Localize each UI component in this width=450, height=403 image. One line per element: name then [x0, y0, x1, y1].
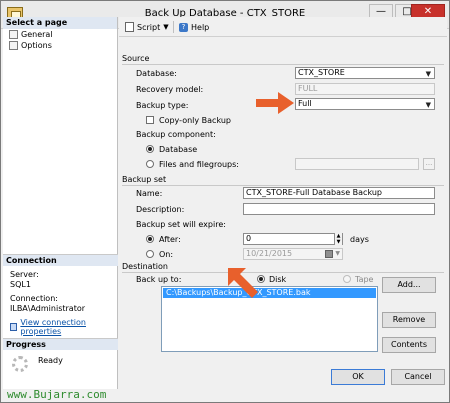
- description-label: Description:: [136, 205, 185, 214]
- page-icon: [9, 30, 18, 39]
- backup-database-window: Back Up Database - CTX_STORE — □ ✕ Selec…: [0, 0, 450, 403]
- expire-on-radio[interactable]: [146, 250, 154, 258]
- connection-section: Connection Server: SQL1 Connection: ILBA…: [3, 254, 118, 336]
- on-label: On:: [159, 250, 174, 259]
- copy-only-label: Copy-only Backup: [159, 116, 231, 125]
- annotation-arrow-backup-type-icon: [256, 92, 294, 114]
- backup-name-input[interactable]: CTX_STORE-Full Database Backup: [243, 187, 435, 199]
- left-pane: Select a page General Options Connection…: [3, 17, 118, 389]
- progress-spinner-icon: [12, 356, 28, 372]
- right-pane: Script ▼ ? Help Source Database: CTX_STO…: [119, 17, 447, 389]
- page-item-options[interactable]: Options: [3, 40, 117, 51]
- browse-filegroups-button[interactable]: ...: [423, 158, 435, 170]
- database-select[interactable]: CTX_STORE ▼: [295, 67, 435, 79]
- chevron-down-icon: ▼: [425, 101, 431, 109]
- backup-component-label: Backup component:: [136, 130, 216, 139]
- chevron-down-icon: ▼: [335, 250, 340, 257]
- copy-only-checkbox[interactable]: [146, 116, 154, 124]
- ok-button[interactable]: OK: [331, 369, 385, 385]
- database-label: Database:: [136, 69, 177, 78]
- backup-type-label: Backup type:: [136, 101, 189, 110]
- contents-button[interactable]: Contents: [382, 337, 436, 353]
- destination-list[interactable]: C:\Backups\Backup_CTX_STORE.bak: [161, 286, 378, 352]
- toolbar: Script ▼ ? Help: [119, 17, 447, 37]
- connection-label: Connection:: [10, 294, 58, 303]
- expire-date-input: 10/21/2015 ▼: [243, 248, 343, 260]
- cancel-button[interactable]: Cancel: [391, 369, 445, 385]
- server-value: SQL1: [10, 280, 31, 289]
- backup-set-divider: [122, 185, 444, 186]
- properties-icon: [10, 323, 18, 331]
- connection-value: ILBA\Administrator: [10, 304, 86, 313]
- expire-date-value: 10/21/2015: [246, 249, 293, 258]
- select-page-header: Select a page: [3, 17, 117, 29]
- filegroups-field: [295, 158, 419, 170]
- backup-type-value: Full: [298, 99, 312, 108]
- backup-set-section-title: Backup set: [122, 175, 167, 184]
- destination-section-title: Destination: [122, 262, 168, 271]
- recovery-model-field: FULL: [295, 83, 435, 95]
- component-database-label: Database: [159, 145, 198, 154]
- progress-status: Ready: [38, 356, 63, 365]
- view-connection-properties-link[interactable]: View connection properties: [3, 318, 118, 336]
- script-icon: [125, 22, 134, 32]
- annotation-arrow-destination-icon: [228, 268, 258, 298]
- component-database-radio[interactable]: [146, 145, 154, 153]
- page-item-label: General: [21, 30, 53, 39]
- tape-label: Tape: [355, 275, 374, 284]
- calendar-icon: [325, 250, 333, 258]
- after-label: After:: [159, 235, 181, 244]
- remove-destination-button[interactable]: Remove: [382, 312, 436, 328]
- days-label: days: [350, 235, 369, 244]
- spinner-arrows-icon[interactable]: ▲ ▼: [334, 233, 342, 245]
- backup-type-select[interactable]: Full ▼: [295, 98, 435, 110]
- help-icon: ?: [179, 22, 188, 32]
- page-icon: [9, 41, 18, 50]
- expire-days-value: 0: [246, 234, 252, 243]
- view-connection-properties-label: View connection properties: [20, 318, 86, 336]
- destination-path-item[interactable]: C:\Backups\Backup_CTX_STORE.bak: [163, 288, 376, 298]
- progress-section: Progress Ready: [3, 338, 118, 372]
- server-label: Server:: [10, 270, 39, 279]
- chevron-down-icon: ▼: [425, 70, 431, 78]
- disk-label: Disk: [269, 275, 287, 284]
- add-destination-button[interactable]: Add...: [382, 277, 436, 293]
- connection-details: Server: SQL1 Connection: ILBA\Administra…: [3, 266, 118, 318]
- toolbar-separator: [173, 21, 174, 33]
- destination-divider: [122, 272, 444, 273]
- recovery-model-label: Recovery model:: [136, 85, 204, 94]
- source-section-title: Source: [122, 54, 150, 63]
- progress-header: Progress: [3, 338, 118, 350]
- tape-radio: [343, 275, 351, 283]
- connection-header: Connection: [3, 254, 118, 266]
- name-label: Name:: [136, 189, 163, 198]
- expire-after-radio[interactable]: [146, 235, 154, 243]
- help-label: Help: [191, 22, 210, 32]
- watermark-text: www.Bujarra.com: [7, 388, 107, 401]
- database-value: CTX_STORE: [298, 68, 345, 77]
- expire-days-input[interactable]: 0 ▲ ▼: [243, 233, 343, 245]
- chevron-down-icon: ▼: [163, 23, 169, 31]
- page-item-label: Options: [21, 41, 52, 50]
- description-input[interactable]: [243, 203, 435, 215]
- component-files-label: Files and filegroups:: [159, 160, 239, 169]
- script-button[interactable]: Script ▼: [125, 20, 169, 34]
- back-up-to-label: Back up to:: [136, 275, 182, 284]
- help-button[interactable]: ? Help: [179, 20, 209, 34]
- script-label: Script: [137, 22, 161, 32]
- page-item-general[interactable]: General: [3, 29, 117, 40]
- source-divider: [122, 64, 444, 65]
- component-files-radio[interactable]: [146, 160, 154, 168]
- expire-label: Backup set will expire:: [136, 220, 226, 229]
